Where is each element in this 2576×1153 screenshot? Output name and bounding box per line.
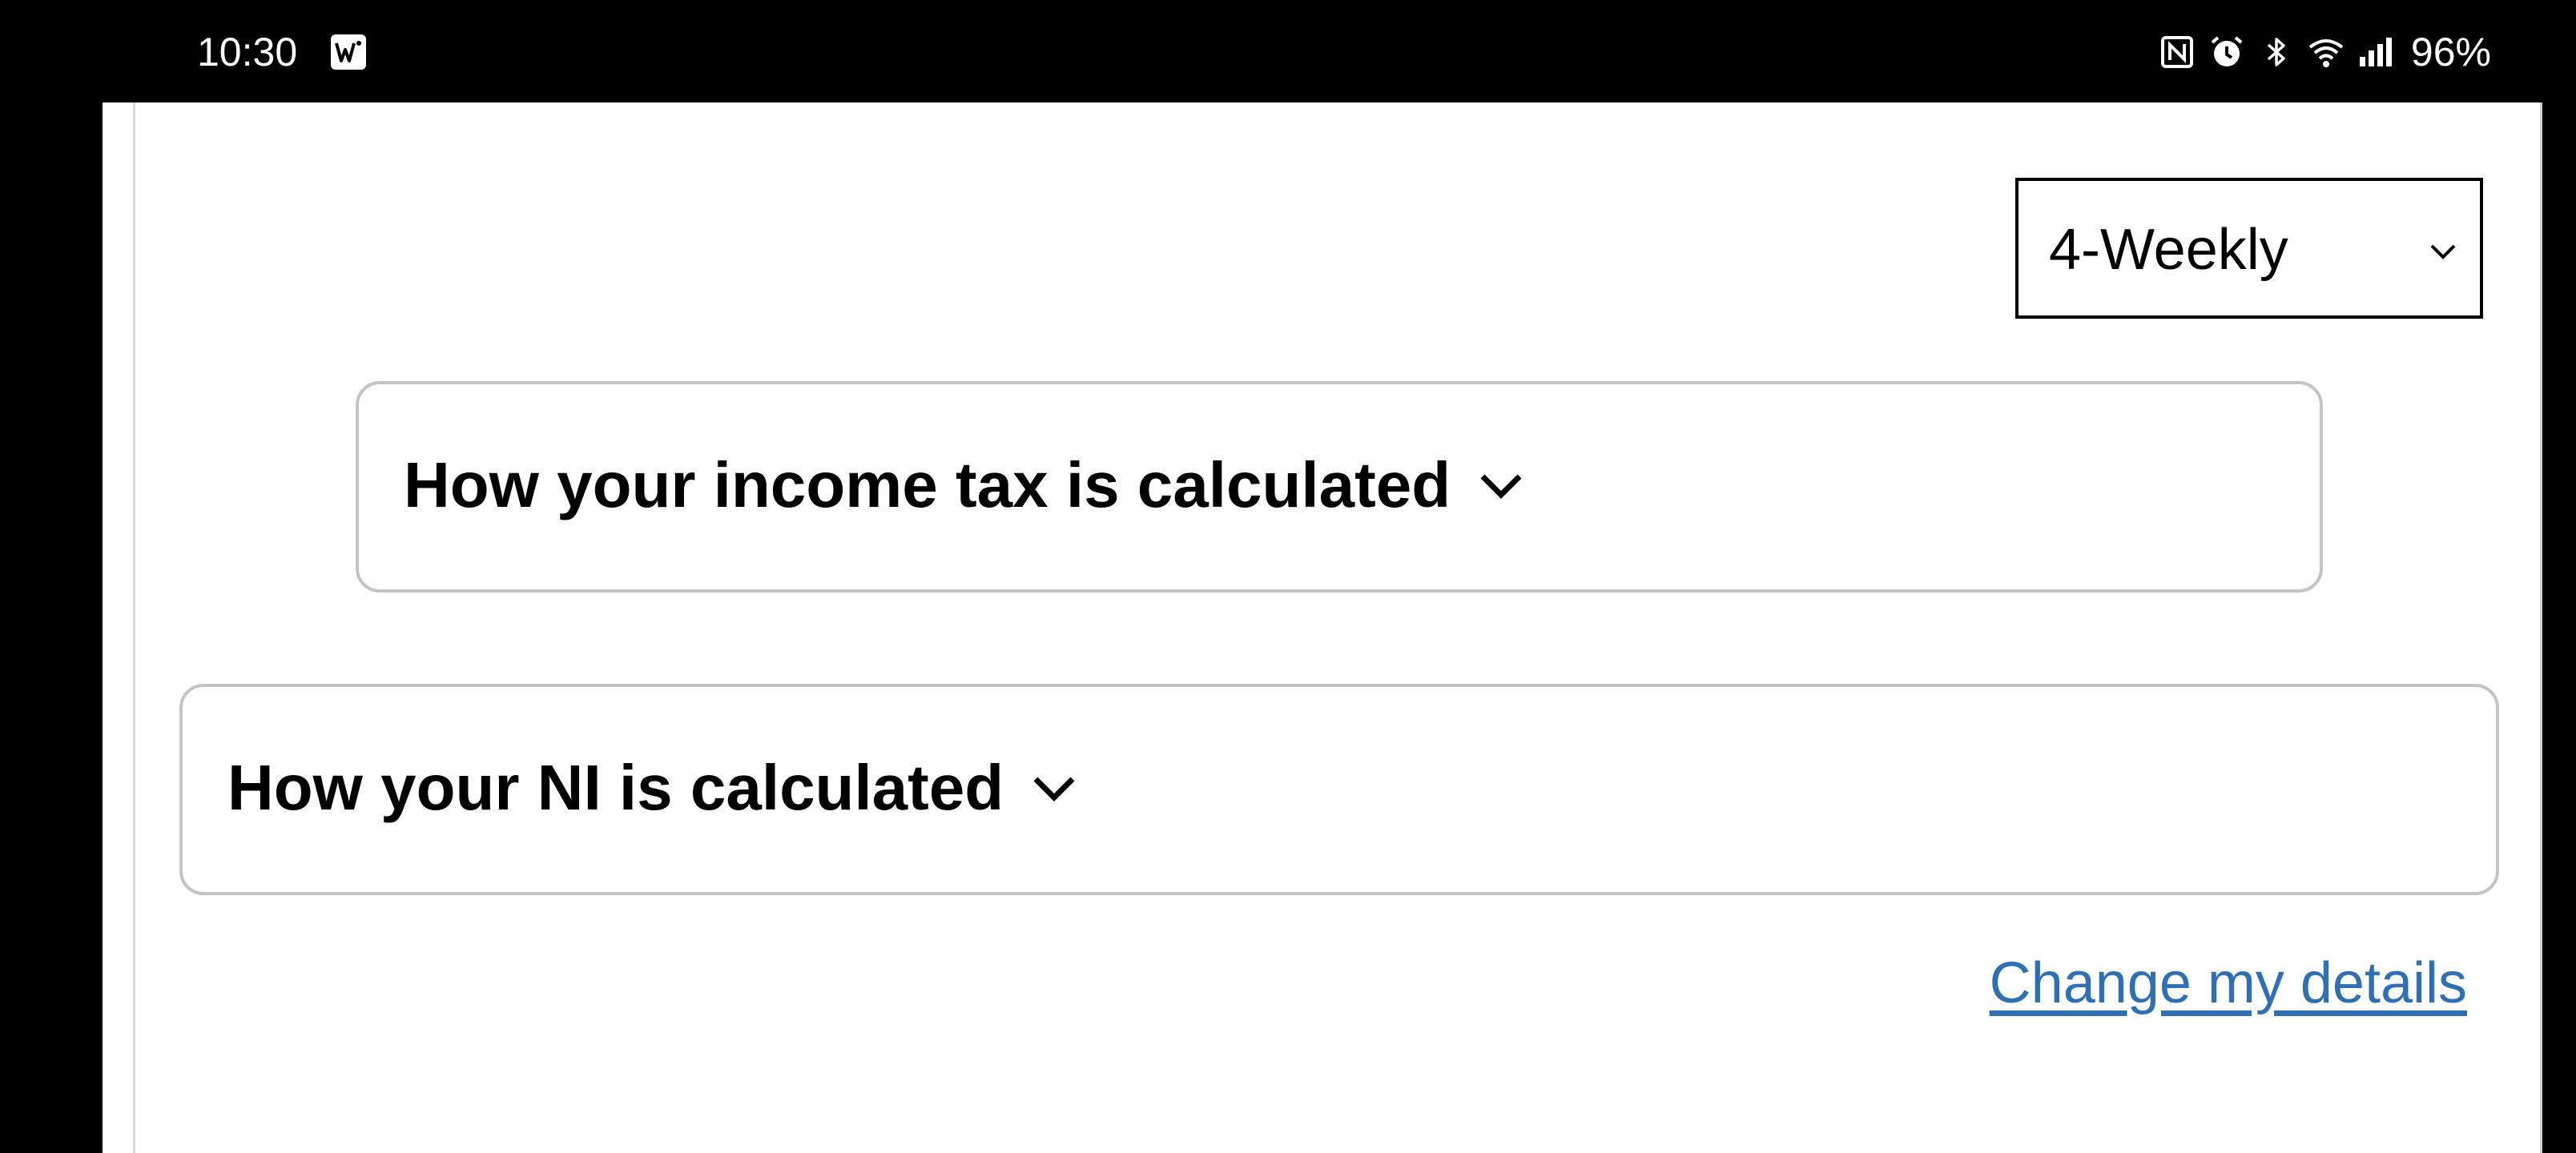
pay-period-select[interactable]: 4-Weekly — [2015, 178, 2483, 319]
pay-period-value: 4-Weekly — [2049, 218, 2288, 282]
content-divider-left — [133, 102, 135, 1153]
ni-accordion[interactable]: How your NI is calculated — [179, 684, 2499, 895]
w-app-icon — [331, 34, 366, 70]
accordion-title: How your NI is calculated — [227, 752, 1004, 823]
change-details-link[interactable]: Change my details — [1990, 946, 2467, 1020]
status-icons: 96% — [2158, 24, 2491, 80]
status-bar: 10:30 96% — [0, 0, 2576, 102]
content-divider-right — [2540, 102, 2542, 1153]
screen: 10:30 96% 4-Weekly How your income tax i… — [0, 0, 2576, 1153]
income-tax-accordion[interactable]: How your income tax is calculated — [356, 381, 2323, 593]
wifi-icon — [2308, 39, 2344, 67]
chevron-down-icon — [1033, 777, 1075, 801]
nfc-icon — [2160, 36, 2193, 68]
signal-icon — [2359, 38, 2392, 66]
page-content: 4-Weekly How your income tax is calculat… — [103, 102, 2542, 1153]
accordion-header: How your income tax is calculated — [404, 445, 1527, 525]
bluetooth-icon — [2267, 38, 2285, 66]
accordion-header: How your NI is calculated — [227, 748, 1081, 828]
accordion-title: How your income tax is calculated — [404, 449, 1451, 520]
status-time: 10:30 — [197, 30, 298, 74]
chevron-down-icon — [2430, 244, 2456, 259]
battery-level: 96% — [2410, 30, 2491, 74]
alarm-icon — [2211, 36, 2243, 66]
chevron-down-icon — [1480, 474, 1522, 499]
